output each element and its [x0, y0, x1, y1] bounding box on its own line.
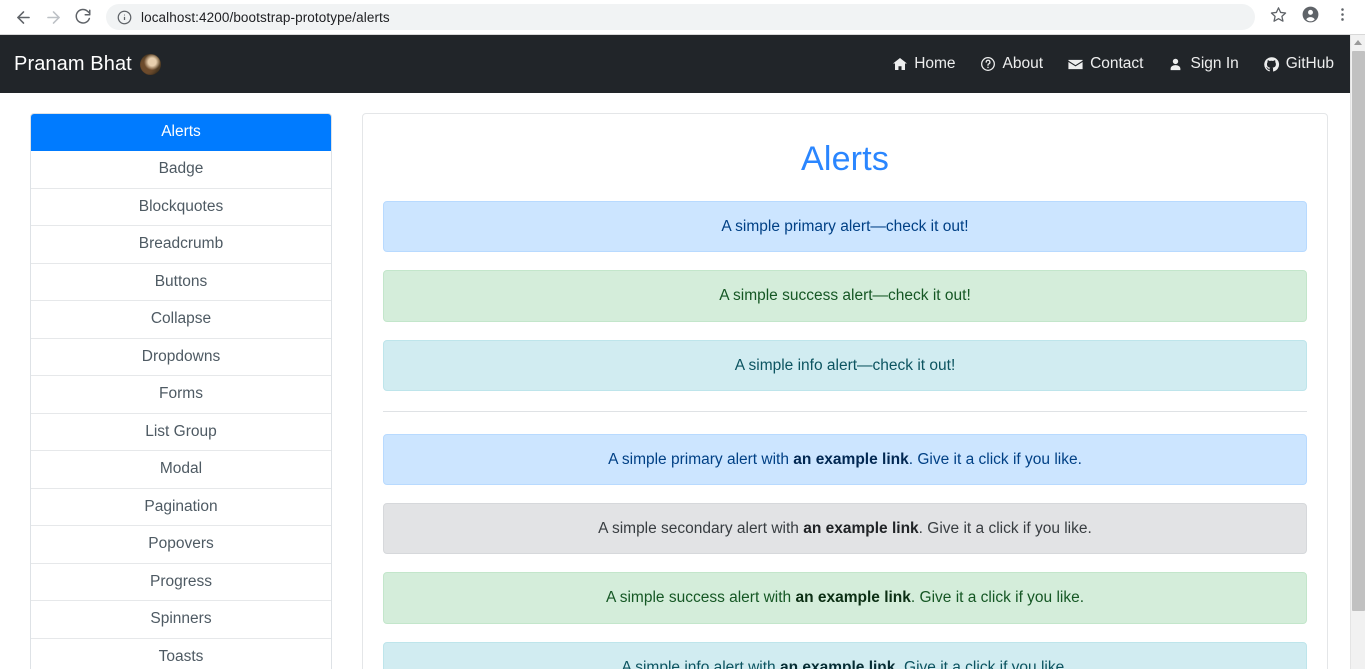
toolbar-actions	[1261, 2, 1357, 32]
alert-link-secondary-link[interactable]: an example link	[803, 520, 918, 537]
profile-avatar-icon	[1301, 5, 1320, 29]
nav-link-home[interactable]: Home	[891, 55, 956, 73]
sidebar-item-progress[interactable]: Progress	[31, 563, 331, 602]
site-info-icon[interactable]	[116, 9, 132, 25]
sidebar-item-toasts[interactable]: Toasts	[31, 638, 331, 669]
nav-link-sign-in[interactable]: Sign In	[1167, 55, 1239, 73]
github-icon	[1263, 56, 1280, 73]
sidebar-item-alerts[interactable]: Alerts	[31, 114, 331, 152]
alert-link-info: A simple info alert with an example link…	[383, 641, 1307, 669]
user-icon	[1167, 56, 1184, 73]
sidebar-item-collapse[interactable]: Collapse	[31, 301, 331, 339]
envelope-icon	[1067, 56, 1084, 73]
home-icon	[891, 56, 908, 73]
nav-link-github[interactable]: GitHub	[1263, 55, 1334, 73]
sidebar: Alerts Badge Blockquotes Breadcrumb Butt…	[0, 113, 332, 669]
page-scrollbar[interactable]	[1350, 35, 1365, 669]
avatar-photo-icon	[139, 53, 161, 75]
alert-simple-primary: A simple primary alert—check it out!	[383, 201, 1307, 253]
sidebar-item-spinners[interactable]: Spinners	[31, 601, 331, 639]
navbar-links: Home About Contact Sign In GitHub	[891, 55, 1334, 73]
alert-simple-success: A simple success alert—check it out!	[383, 270, 1307, 322]
nav-link-about[interactable]: About	[980, 55, 1044, 73]
nav-link-github-label: GitHub	[1285, 55, 1334, 72]
sidebar-item-blockquotes[interactable]: Blockquotes	[31, 188, 331, 227]
page-title: Alerts	[800, 140, 890, 178]
scrollbar-thumb[interactable]	[1352, 51, 1365, 611]
reload-button[interactable]	[68, 2, 98, 32]
sidebar-item-list-group[interactable]: List Group	[31, 413, 331, 452]
alert-link-primary-lead: A simple primary alert with	[608, 450, 794, 468]
alert-link-info-link[interactable]: an example link	[780, 659, 895, 669]
alert-link-success-lead: A simple success alert with	[605, 589, 796, 607]
alert-link-primary-link[interactable]: an example link	[793, 451, 908, 468]
alert-link-secondary: A simple secondary alert with an example…	[383, 503, 1307, 555]
navbar-brand-label: Pranam Bhat	[14, 52, 132, 75]
alert-link-info-lead: A simple info alert with	[621, 658, 780, 669]
site-navbar: Pranam Bhat Home About Contact Sign In G…	[0, 35, 1350, 93]
section-divider	[383, 410, 1307, 412]
alert-link-secondary-lead: A simple secondary alert with	[598, 520, 804, 537]
sidebar-item-forms[interactable]: Forms	[31, 376, 331, 414]
content-row: Alerts Badge Blockquotes Breadcrumb Butt…	[0, 93, 1350, 669]
question-circle-icon	[980, 56, 997, 73]
address-bar[interactable]: localhost:4200/bootstrap-prototype/alert…	[106, 4, 1255, 30]
main-content: Alerts A simple primary alert—check it o…	[332, 113, 1350, 669]
nav-link-contact-label: Contact	[1090, 55, 1144, 72]
three-dot-menu-icon	[1334, 6, 1351, 28]
alert-simple-info: A simple info alert—check it out!	[383, 339, 1307, 391]
alerts-card: Alerts A simple primary alert—check it o…	[362, 113, 1328, 669]
chrome-menu-button[interactable]	[1327, 2, 1357, 32]
alert-link-primary: A simple primary alert with an example l…	[383, 433, 1307, 485]
chevron-up-icon	[1354, 40, 1362, 45]
bookmark-button[interactable]	[1263, 2, 1293, 32]
nav-link-sign-in-label: Sign In	[1190, 55, 1239, 72]
alert-link-success: A simple success alert with an example l…	[383, 572, 1307, 624]
profile-button[interactable]	[1295, 2, 1325, 32]
sidebar-item-modal[interactable]: Modal	[31, 451, 331, 489]
back-arrow-icon	[14, 8, 33, 27]
reload-icon	[74, 8, 92, 26]
sidebar-item-popovers[interactable]: Popovers	[31, 526, 331, 564]
alert-link-success-link[interactable]: an example link	[795, 589, 910, 606]
scroll-up-button[interactable]	[1351, 35, 1365, 50]
nav-link-home-label: Home	[914, 55, 956, 72]
forward-button[interactable]	[38, 2, 68, 32]
sidebar-item-buttons[interactable]: Buttons	[31, 263, 331, 302]
sidebar-item-breadcrumb[interactable]: Breadcrumb	[31, 226, 331, 264]
alert-link-info-tail: . Give it a click if you like.	[895, 658, 1069, 669]
sidebar-item-dropdowns[interactable]: Dropdowns	[31, 338, 331, 377]
web-page: Pranam Bhat Home About Contact Sign In G…	[0, 35, 1350, 669]
nav-link-about-label: About	[1002, 55, 1044, 72]
alert-link-secondary-tail: . Give it a click if you like.	[918, 520, 1092, 537]
star-icon	[1270, 6, 1287, 28]
address-bar-url: localhost:4200/bootstrap-prototype/alert…	[141, 9, 390, 25]
sidebar-item-badge[interactable]: Badge	[31, 151, 331, 189]
alert-link-primary-tail: . Give it a click if you like.	[908, 450, 1082, 468]
nav-link-contact[interactable]: Contact	[1067, 55, 1143, 73]
alert-link-success-tail: . Give it a click if you like.	[910, 589, 1085, 607]
sidebar-item-pagination[interactable]: Pagination	[31, 488, 331, 527]
browser-toolbar: localhost:4200/bootstrap-prototype/alert…	[0, 0, 1365, 35]
component-nav-list: Alerts Badge Blockquotes Breadcrumb Butt…	[30, 113, 332, 669]
browser-viewport: Pranam Bhat Home About Contact Sign In G…	[0, 35, 1365, 669]
back-button[interactable]	[8, 2, 38, 32]
navbar-brand[interactable]: Pranam Bhat	[14, 53, 161, 76]
forward-arrow-icon	[44, 8, 63, 27]
